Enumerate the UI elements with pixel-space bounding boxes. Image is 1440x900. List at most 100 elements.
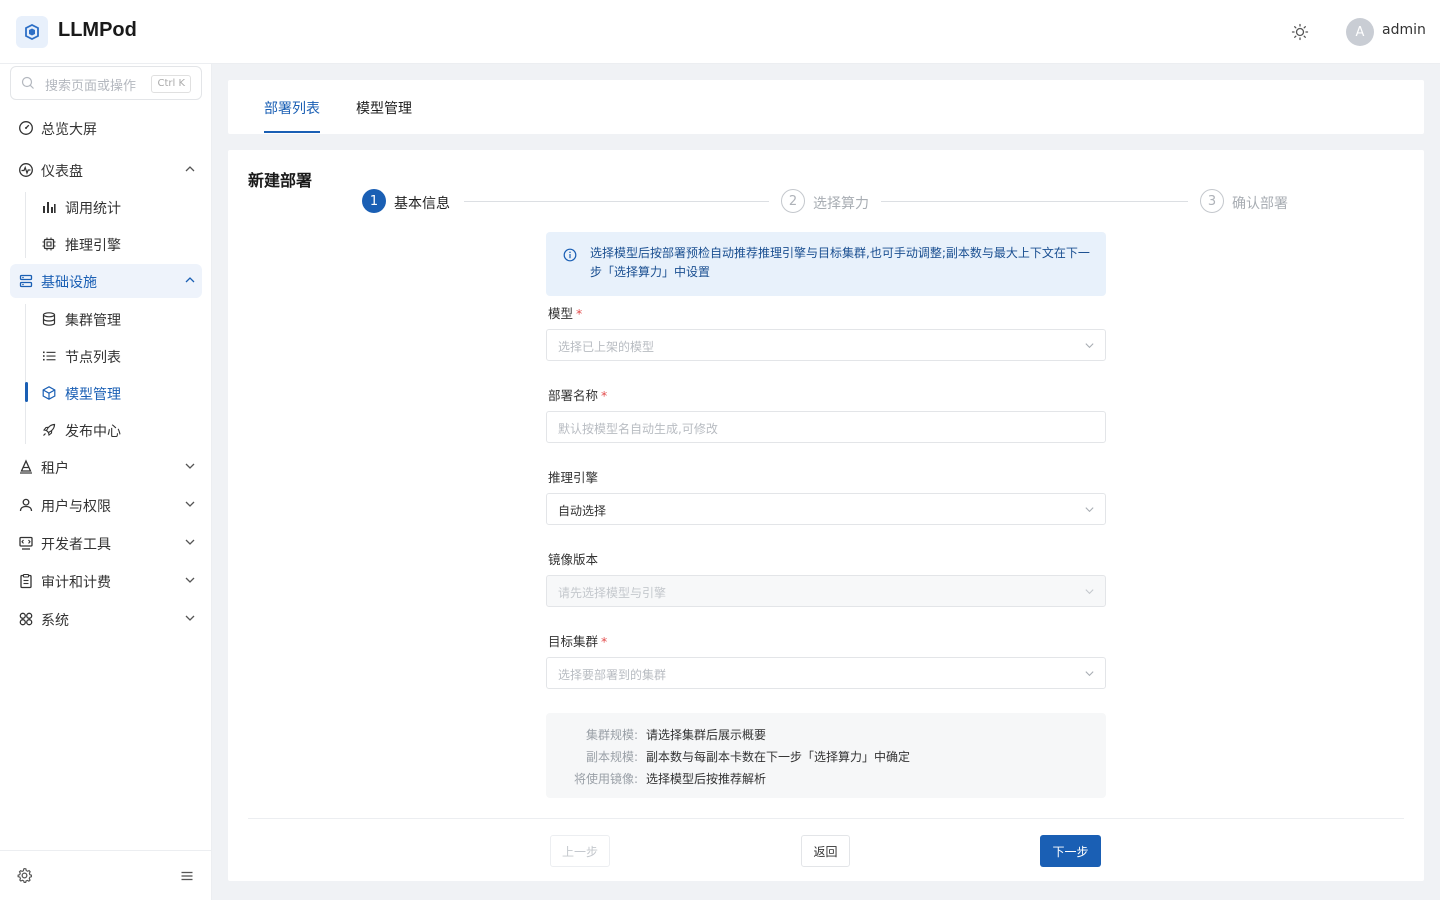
sidebar-item-system[interactable]: 系统 [10, 602, 202, 636]
theme-toggle-button[interactable] [1290, 22, 1310, 42]
bar-chart-icon [41, 199, 57, 215]
summary-key: 集群规模: [585, 728, 638, 742]
search-placeholder: 搜索页面或操作 [45, 79, 137, 94]
tabs-bar: 部署列表 模型管理 [228, 80, 1424, 134]
sidebar-item-label: 节点列表 [65, 350, 121, 366]
chevron-down-icon [185, 501, 195, 507]
sidebar-item-label: 调用统计 [65, 201, 121, 217]
chevron-down-icon [185, 577, 195, 583]
sidebar-item-dashboard[interactable]: 仪表盘 [10, 153, 202, 187]
sidebar-item-model-management[interactable]: 模型管理 [34, 378, 202, 408]
sidebar-item-audit-billing[interactable]: 审计和计费 [10, 564, 202, 598]
chevron-down-icon [1085, 343, 1094, 349]
required-mark: * [601, 388, 608, 403]
sidebar-item-tenant[interactable]: 租户 [10, 450, 202, 484]
tree-line [25, 192, 26, 258]
model-select[interactable]: 选择已上架的模型 [546, 329, 1106, 361]
target-cluster-label: 目标集群 * [548, 631, 607, 650]
image-version-label: 镜像版本 [548, 552, 599, 567]
gear-icon [17, 867, 32, 883]
deployment-name-input[interactable]: 默认按模型名自动生成,可修改 [546, 411, 1106, 443]
chevron-down-icon [1085, 589, 1094, 595]
back-button[interactable]: 返回 [801, 835, 850, 867]
cube-icon [41, 385, 57, 401]
info-icon [563, 248, 577, 262]
tree-line [25, 304, 26, 444]
tab-deployment-list[interactable]: 部署列表 [264, 98, 320, 118]
deployment-name-label-text: 部署名称 [548, 388, 599, 403]
sidebar-item-infrastructure[interactable]: 基础设施 [10, 264, 202, 298]
summary-value: 选择模型后按推荐解析 [646, 772, 767, 786]
user-icon [18, 497, 34, 513]
sidebar-item-label: 用户与权限 [41, 499, 111, 515]
devtools-icon [18, 535, 34, 551]
sidebar-item-release-center[interactable]: 发布中心 [34, 415, 202, 445]
footer-divider [248, 818, 1404, 819]
user-name[interactable]: admin [1382, 22, 1426, 38]
tab-model-management[interactable]: 模型管理 [356, 98, 412, 118]
image-version-select[interactable]: 请先选择模型与引擎 [546, 575, 1106, 607]
required-mark: * [576, 306, 583, 321]
model-label: 模型 * [548, 303, 582, 322]
dashboard-gauge-icon [18, 120, 34, 136]
info-alert: 选择模型后按部署预检自动推荐推理引擎与目标集群,也可手动调整;副本数与最大上下文… [546, 232, 1106, 296]
sidebar-footer [0, 850, 212, 900]
activity-icon [18, 162, 34, 178]
sidebar-item-label: 模型管理 [65, 387, 121, 403]
search-input[interactable]: 搜索页面或操作 Ctrl K [10, 66, 202, 100]
image-version-placeholder: 请先选择模型与引擎 [558, 586, 667, 600]
sidebar-item-call-stats[interactable]: 调用统计 [34, 192, 202, 222]
summary-row: 集群规模: 请选择集群后展示概要 [546, 726, 1106, 746]
avatar[interactable]: A [1346, 18, 1374, 46]
active-indicator [25, 382, 28, 402]
step-1-circle: 1 [362, 189, 386, 213]
collapse-sidebar-button[interactable] [180, 869, 194, 887]
rocket-icon [41, 422, 57, 438]
database-icon [41, 311, 57, 327]
summary-key: 副本规模: [585, 750, 638, 764]
info-text: 选择模型后按部署预检自动推荐推理引擎与目标集群,也可手动调整;副本数与最大上下文… [590, 246, 1090, 279]
sidebar-item-developer-tools[interactable]: 开发者工具 [10, 526, 202, 560]
chevron-down-icon [1085, 507, 1094, 513]
top-header: LLMPod A admin [0, 0, 1440, 64]
page-title: 新建部署 [248, 171, 313, 190]
target-cluster-placeholder: 选择要部署到的集群 [558, 668, 667, 682]
tenant-icon [18, 459, 34, 475]
sidebar-item-users-permissions[interactable]: 用户与权限 [10, 488, 202, 522]
chip-icon [41, 236, 57, 252]
sun-icon [1291, 23, 1309, 41]
sidebar-item-node-list[interactable]: 节点列表 [34, 341, 202, 371]
list-icon [41, 348, 57, 364]
engine-select[interactable]: 自动选择 [546, 493, 1106, 525]
sidebar-item-cluster-management[interactable]: 集群管理 [34, 304, 202, 334]
app-title: LLMPod [58, 19, 137, 41]
chevron-down-icon [185, 539, 195, 545]
step-1-label: 基本信息 [394, 196, 450, 212]
target-cluster-select[interactable]: 选择要部署到的集群 [546, 657, 1106, 689]
server-icon [18, 273, 34, 289]
deployment-summary: 集群规模: 请选择集群后展示概要 副本规模: 副本数与每副本卡数在下一步「选择算… [546, 713, 1106, 798]
app-logo-icon [16, 16, 48, 48]
summary-value: 请选择集群后展示概要 [646, 728, 767, 742]
deployment-name-placeholder: 默认按模型名自动生成,可修改 [558, 422, 718, 436]
sidebar-item-label: 推理引擎 [65, 238, 121, 254]
search-shortcut: Ctrl K [151, 75, 191, 93]
sidebar-item-overview[interactable]: 总览大屏 [10, 111, 202, 145]
step-connector [881, 201, 1188, 202]
grid-icon [18, 611, 34, 627]
prev-step-button[interactable]: 上一步 [550, 835, 610, 867]
sidebar-item-inference-engine[interactable]: 推理引擎 [34, 229, 202, 259]
sidebar-item-label: 集群管理 [65, 313, 121, 329]
step-2-circle: 2 [781, 189, 805, 213]
target-cluster-label-text: 目标集群 [548, 634, 599, 649]
sidebar-item-label: 基础设施 [41, 275, 97, 291]
next-step-button[interactable]: 下一步 [1040, 835, 1101, 867]
sidebar-item-label: 系统 [41, 613, 69, 629]
model-label-text: 模型 [548, 306, 574, 321]
settings-button[interactable] [16, 867, 33, 888]
summary-key: 将使用镜像: [573, 772, 638, 786]
step-connector [464, 201, 769, 202]
chevron-down-icon [185, 615, 195, 621]
new-deployment-card: 新建部署 1 基本信息 2 选择算力 3 确认部署 选择模型后按部署预检自动推荐… [228, 150, 1424, 881]
deployment-name-label: 部署名称 * [548, 385, 607, 404]
